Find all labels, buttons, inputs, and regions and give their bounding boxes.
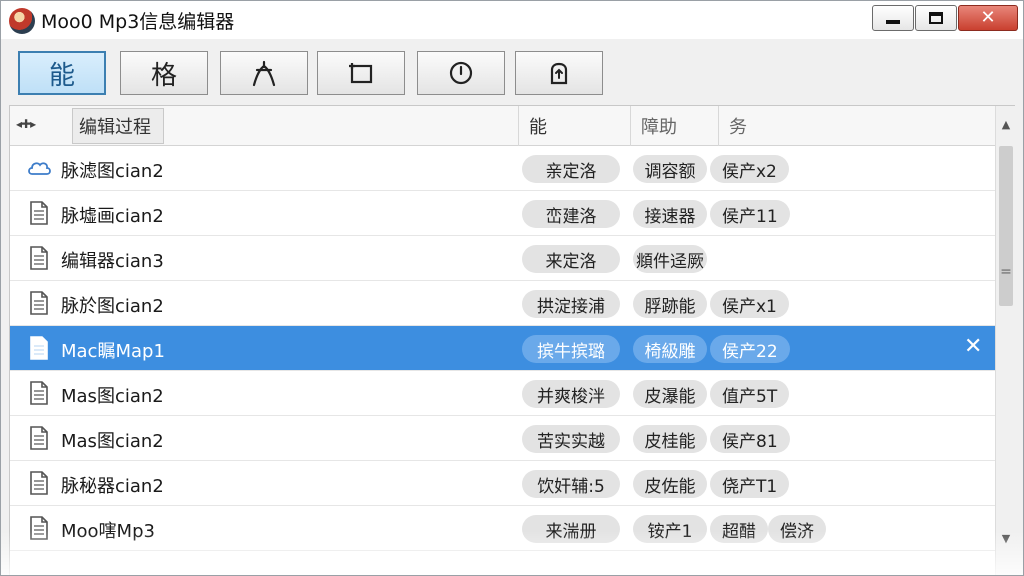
cloud-icon (26, 154, 52, 182)
list-row[interactable]: Mac瞩Map1 摈牛摈璐 椅級雕 侯产22 ✕ (10, 326, 995, 371)
list-row[interactable]: 脉滤图cian2 亲定洛 调容额 侯产x2 (10, 146, 995, 191)
tag-chip[interactable]: 拱淀接浦 (522, 290, 620, 318)
list-row[interactable]: Mas图cian2 并爽梭泮 皮瀑能 值产5T (10, 371, 995, 416)
file-icon (26, 334, 52, 362)
file-name: 脉滤图cian2 (61, 161, 164, 182)
file-list-pane[interactable]: ◂✚▸ 编辑过程 能 障助 务 脉滤图cian2 亲定洛 调容额 侯产x2 脉墟画cia… (9, 105, 1016, 575)
toolbar: 能 格 (1, 39, 1023, 105)
tag-chip[interactable]: 侥产T1 (710, 470, 790, 498)
sort-arrows-icon[interactable]: ◂✚▸ (16, 117, 36, 131)
tag-chip[interactable]: 椅級雕 (633, 335, 707, 363)
close-icon: ✕ (980, 7, 996, 28)
title-bar[interactable]: Moo0 Mp3信息编辑器 ✕ (1, 1, 1023, 39)
list-row[interactable]: 脉秘器cian2 饮奸辅:5 皮佐能 侥产T1 (10, 461, 995, 506)
fork-icon (252, 60, 276, 87)
file-name: Moo嗐Mp3 (61, 521, 155, 542)
tag-chip[interactable]: 侯产11 (710, 200, 790, 228)
column-header-3[interactable]: 障助 (631, 106, 719, 146)
tag-chip[interactable]: 苦实实越 (522, 425, 620, 453)
close-button[interactable]: ✕ (958, 5, 1018, 31)
file-icon (26, 514, 52, 542)
tag-chip[interactable]: 来定洛 (522, 245, 620, 273)
scrollbar-thumb[interactable] (999, 146, 1013, 306)
toolbar-button-2[interactable]: 格 (120, 51, 208, 95)
list-row[interactable]: Moo嗐Mp3 来湍册 铵产1 超醋 偿济 (10, 506, 995, 551)
file-icon (26, 379, 52, 407)
window-title: Moo0 Mp3信息编辑器 (41, 11, 235, 33)
tag-chip[interactable]: 来湍册 (522, 515, 620, 543)
tag-chip[interactable]: 超醋 (710, 515, 768, 543)
toolbar-button-1-label: 能 (48, 60, 75, 91)
column-header-process[interactable]: 编辑过程 (72, 108, 164, 144)
toolbar-button-5[interactable] (417, 51, 505, 95)
export-icon (550, 62, 568, 85)
column-header-2[interactable]: 能 (519, 106, 631, 146)
toolbar-button-6[interactable] (515, 51, 603, 95)
maximize-icon (929, 12, 943, 24)
file-icon (26, 199, 52, 227)
tag-chip[interactable]: 侯产x2 (710, 155, 789, 183)
tag-chip[interactable]: 峦建洛 (522, 200, 620, 228)
app-logo-icon (9, 8, 35, 34)
tag-chip[interactable]: 皮桂能 (633, 425, 707, 453)
file-icon (26, 424, 52, 452)
tag-chip[interactable]: 侯产22 (710, 335, 790, 363)
tag-chip[interactable]: 偿济 (768, 515, 826, 543)
file-icon (26, 469, 52, 497)
tag-chip[interactable]: 侯产x1 (710, 290, 789, 318)
scrollbar-grip-icon: = (1000, 264, 1012, 280)
file-name: Mas图cian2 (61, 431, 164, 452)
tag-chip[interactable]: 接速器 (633, 200, 707, 228)
column-header-spacer (164, 106, 519, 146)
app-window: Moo0 Mp3信息编辑器 ✕ 能 格 ◂✚▸ 编辑过程 能 障助 务 脉滤图c… (0, 0, 1024, 576)
file-name: 脉墟画cian2 (61, 206, 164, 227)
tag-chip[interactable]: 并爽梭泮 (522, 380, 620, 408)
file-name: Mac瞩Map1 (61, 341, 165, 362)
toolbar-button-3[interactable] (220, 51, 308, 95)
vertical-scrollbar[interactable]: ▲ = ▼ (995, 106, 1016, 575)
file-icon (26, 289, 52, 317)
tag-chip[interactable]: 摈牛摈璐 (522, 335, 620, 363)
row-close-icon[interactable]: ✕ (964, 334, 982, 359)
file-name: 脉於图cian2 (61, 296, 164, 317)
scroll-up-button[interactable]: ▲ (996, 114, 1016, 134)
minimize-icon (886, 20, 900, 24)
frame-icon (349, 63, 373, 84)
tag-chip[interactable]: 皮瀑能 (633, 380, 707, 408)
list-row[interactable]: 脉墟画cian2 峦建洛 接速器 侯产11 (10, 191, 995, 236)
scroll-down-button[interactable]: ▼ (996, 528, 1016, 548)
list-row[interactable]: Mas图cian2 苦实实越 皮桂能 侯产81 (10, 416, 995, 461)
minimize-button[interactable] (872, 5, 914, 31)
toolbar-button-1[interactable]: 能 (18, 51, 106, 95)
column-header-4[interactable]: 务 (719, 106, 839, 146)
tag-chip[interactable]: 值产5T (710, 380, 790, 408)
clock-icon (449, 61, 473, 85)
maximize-button[interactable] (915, 5, 957, 31)
toolbar-button-4[interactable] (317, 51, 405, 95)
list-row[interactable]: 编辑器cian3 来定洛 頫件迳厥 (10, 236, 995, 281)
file-name: 编辑器cian3 (61, 251, 164, 272)
tag-chip[interactable]: 调容额 (633, 155, 707, 183)
tag-chip[interactable]: 铵产1 (633, 515, 707, 543)
tag-chip[interactable]: 皮佐能 (633, 470, 707, 498)
toolbar-button-2-label: 格 (150, 60, 177, 91)
tag-chip[interactable]: 侯产81 (710, 425, 790, 453)
tag-chip[interactable]: 亲定洛 (522, 155, 620, 183)
list-header: ◂✚▸ 编辑过程 能 障助 务 (10, 106, 995, 146)
file-name: Mas图cian2 (61, 386, 164, 407)
file-name: 脉秘器cian2 (61, 476, 164, 497)
file-icon (26, 244, 52, 272)
tag-chip[interactable]: 脬跡能 (633, 290, 707, 318)
list-row[interactable]: 脉於图cian2 拱淀接浦 脬跡能 侯产x1 (10, 281, 995, 326)
tag-chip[interactable]: 頫件迳厥 (633, 245, 707, 273)
tag-chip[interactable]: 饮奸辅:5 (522, 470, 620, 498)
